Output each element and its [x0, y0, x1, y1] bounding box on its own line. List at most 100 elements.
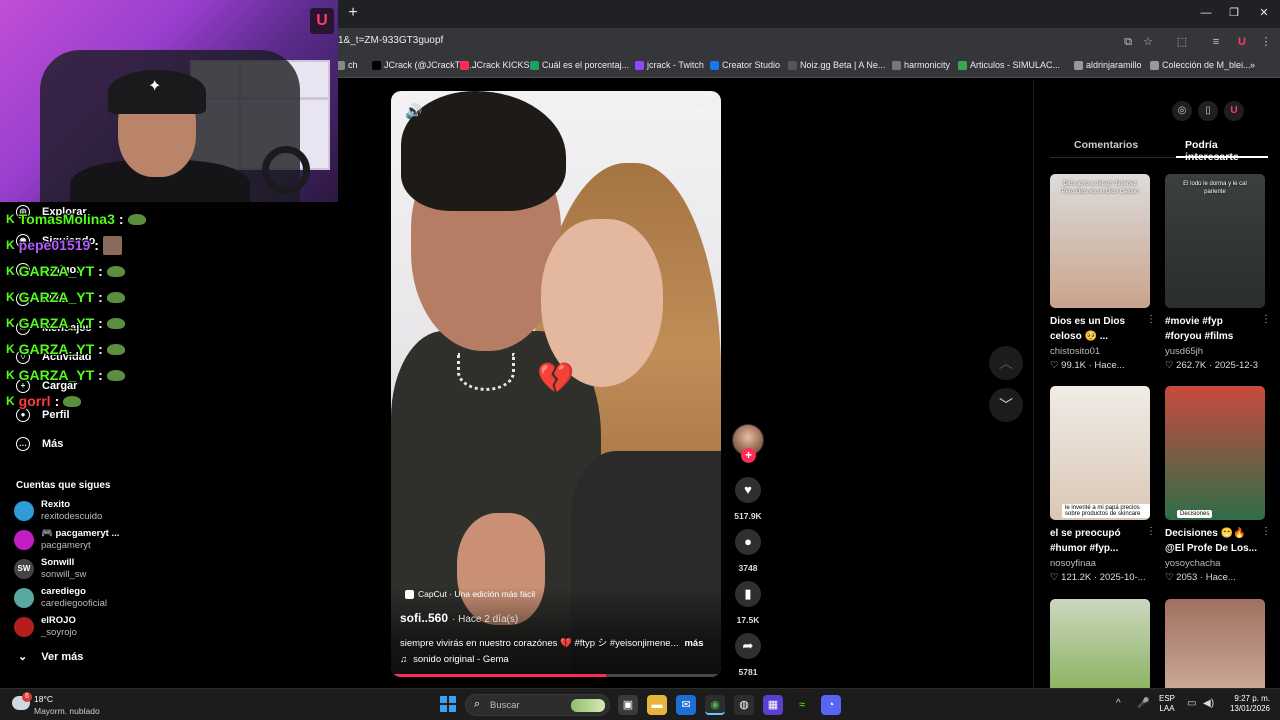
- tray-chevron-icon[interactable]: ^: [1116, 698, 1121, 709]
- card-title[interactable]: Decisiones 😁🔥 @El Profe De Los...: [1165, 526, 1261, 556]
- bookmark-item[interactable]: ch: [336, 60, 358, 70]
- video-thumbnail[interactable]: El lodo le dorma y le cal pariente: [1165, 174, 1265, 308]
- card-username[interactable]: yusd65jh: [1165, 346, 1203, 357]
- following-account[interactable]: Rexito rexitodescuido: [14, 499, 144, 525]
- video-author[interactable]: sofi..560 · Hace 2 día(s): [400, 611, 518, 625]
- url-text[interactable]: 1&_t=ZM-933GT3guopf: [338, 35, 443, 46]
- discord-icon[interactable]: ◔: [821, 695, 841, 715]
- file-explorer-icon[interactable]: ▬: [647, 695, 667, 715]
- new-tab-button[interactable]: +: [344, 4, 362, 22]
- account-name: elROJO: [41, 615, 76, 626]
- windows-start-icon[interactable]: [440, 696, 456, 712]
- kick-badge-icon: K: [6, 342, 15, 356]
- minimize-icon[interactable]: —: [1194, 4, 1218, 22]
- tab-search-icon[interactable]: ≡: [1208, 34, 1224, 50]
- comment-button[interactable]: ●: [735, 529, 761, 555]
- share-button[interactable]: ➦: [735, 633, 761, 659]
- microphone-icon[interactable]: 🎤: [1137, 698, 1149, 709]
- card-more-icon[interactable]: ⋮: [1146, 526, 1156, 537]
- video-progress-bar[interactable]: [391, 674, 721, 677]
- language-indicator[interactable]: ESP LAA: [1159, 694, 1175, 714]
- following-account[interactable]: elROJO _soyrojo: [14, 615, 144, 641]
- tab-comments[interactable]: Comentarios: [1074, 139, 1138, 151]
- previous-video-button[interactable]: ︿: [989, 346, 1023, 380]
- card-title[interactable]: Dios es un Dios celoso 🥺 ...: [1050, 314, 1146, 344]
- sidebar-item-label: Perfil: [42, 409, 70, 421]
- taskbar-search[interactable]: ⌕ Buscar: [465, 694, 610, 716]
- capcut-watermark[interactable]: CapCut · Una edición más fácil: [405, 589, 535, 599]
- capcut-icon: [405, 589, 414, 599]
- display-icon[interactable]: ▭: [1187, 698, 1196, 709]
- bookmark-item[interactable]: aldrinjaramillo: [1074, 60, 1142, 70]
- bookmark-item[interactable]: Articulos - SIMULAC...: [958, 60, 1060, 70]
- bookmark-item[interactable]: Cuál es el porcentaj...: [530, 60, 629, 70]
- obs-icon[interactable]: ◍: [734, 695, 754, 715]
- bookmark-item[interactable]: Creator Studio: [710, 60, 780, 70]
- compass-icon[interactable]: ◎: [1172, 101, 1192, 121]
- card-username[interactable]: yosoychacha: [1165, 558, 1220, 569]
- user-logo-icon[interactable]: U: [1224, 101, 1244, 121]
- bookmark-item[interactable]: Noiz.gg Beta | A Ne...: [788, 60, 885, 70]
- kick-badge-icon: K: [6, 264, 15, 278]
- phone-icon[interactable]: ▯: [1198, 101, 1218, 121]
- like-button[interactable]: ♥: [735, 477, 761, 503]
- card-more-icon[interactable]: ⋮: [1146, 314, 1156, 325]
- card-username[interactable]: chistosito01: [1050, 346, 1100, 357]
- next-video-button[interactable]: ﹀: [989, 388, 1023, 422]
- save-button[interactable]: ▮: [735, 581, 761, 607]
- video-player[interactable]: 💔 🔊 ··· CapCut · Una edición más fácil s…: [391, 91, 721, 677]
- restore-icon[interactable]: ❐: [1222, 4, 1246, 22]
- bookmark-favicon-icon: [372, 60, 381, 70]
- chat-message: K GARZA_YT:: [6, 366, 125, 384]
- video-thumbnail[interactable]: le inventé a mi papá precios sobre produ…: [1050, 386, 1150, 520]
- following-account[interactable]: carediego carediegooficial: [14, 586, 144, 612]
- tab-recommended[interactable]: Podría interesarte: [1185, 139, 1266, 163]
- card-title[interactable]: #movie #fyp #foryou #films: [1165, 314, 1261, 344]
- extensions-icon[interactable]: ⬚: [1174, 34, 1190, 50]
- volume-icon[interactable]: 🔊: [405, 103, 422, 120]
- chevron-up-icon: ︿: [999, 355, 1013, 371]
- bookmark-item[interactable]: harmonicity: [892, 60, 950, 70]
- thumbnail-label: le inventé a mi papá precios sobre produ…: [1062, 504, 1150, 518]
- menu-icon[interactable]: ⋮: [1258, 34, 1274, 50]
- sidebar-item-más[interactable]: … Más: [16, 434, 63, 454]
- sound-link[interactable]: ♫ sonido original - Gema: [400, 654, 509, 665]
- following-account[interactable]: SW Sonwill sonwill_sw: [14, 557, 144, 583]
- author-name[interactable]: sofi..560: [400, 611, 448, 625]
- chat-message: Kgorrl:: [6, 392, 82, 410]
- more-options-icon[interactable]: ···: [690, 101, 707, 117]
- bookmark-item[interactable]: Colección de M_blei...: [1150, 60, 1251, 70]
- kick-badge-icon: K: [6, 290, 15, 304]
- speaker-icon[interactable]: ◀): [1203, 698, 1214, 709]
- cast-icon[interactable]: ⧉: [1120, 34, 1136, 50]
- account-handle: _soyrojo: [41, 627, 77, 638]
- video-thumbnail[interactable]: Dios amo a Jeison Jiménez Pero Dios es u…: [1050, 174, 1150, 308]
- kick-app-icon[interactable]: ≈: [792, 695, 812, 715]
- card-more-icon[interactable]: ⋮: [1261, 314, 1271, 325]
- sidebar-item-label: Más: [42, 438, 64, 450]
- star-icon[interactable]: ☆: [1140, 34, 1156, 50]
- caption-more-link[interactable]: más: [684, 638, 703, 649]
- card-username[interactable]: nosoyfinaa: [1050, 558, 1096, 569]
- grid-app-icon[interactable]: ▦: [763, 695, 783, 715]
- video-thumbnail[interactable]: Decisiones: [1165, 386, 1265, 520]
- card-title[interactable]: el se preocupó #humor #fyp...: [1050, 526, 1146, 556]
- task-view-icon[interactable]: ▣: [618, 695, 638, 715]
- following-account[interactable]: 🎮 pacgameryt ... pacgameryt: [14, 528, 144, 554]
- bookmark-item[interactable]: JCrack KICKS: [460, 60, 530, 70]
- necklace-image: [457, 353, 515, 391]
- see-more-button[interactable]: ⌄ Ver más: [18, 650, 83, 664]
- card-more-icon[interactable]: ⋮: [1261, 526, 1271, 537]
- mail-icon[interactable]: ✉: [676, 695, 696, 715]
- system-clock[interactable]: 9:27 p. m. 13/01/2026: [1226, 694, 1270, 714]
- follow-plus-icon[interactable]: +: [741, 448, 756, 463]
- bookmarks-overflow-icon[interactable]: »: [1250, 60, 1255, 70]
- chat-emote-icon: [127, 213, 146, 225]
- close-icon[interactable]: ✕: [1252, 4, 1276, 22]
- chrome-icon[interactable]: ◉: [705, 695, 725, 715]
- card-stats: ♡ 121.2K · 2025-10-...: [1050, 572, 1146, 583]
- profile-logo-icon[interactable]: U: [1234, 34, 1250, 50]
- chat-emote-icon: [106, 317, 125, 329]
- bookmark-item[interactable]: jcrack - Twitch: [635, 60, 704, 70]
- share-count: 5781: [738, 667, 758, 677]
